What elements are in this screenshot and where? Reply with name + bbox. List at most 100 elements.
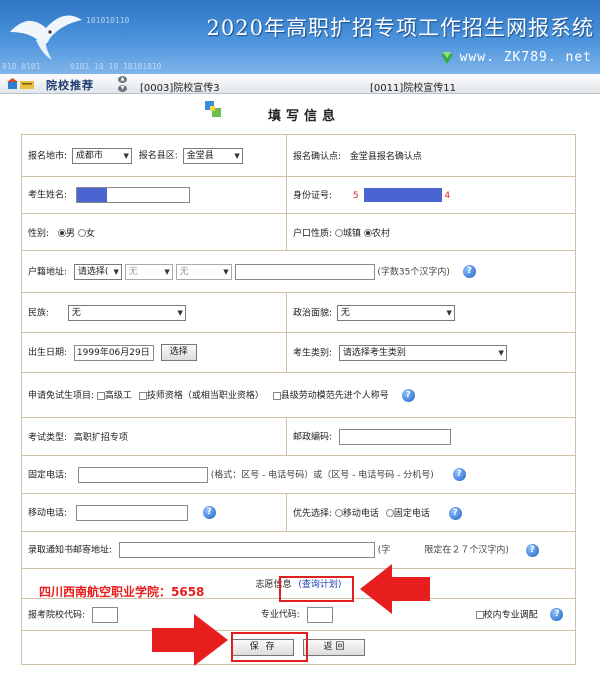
priority-fixed-radio[interactable] <box>385 509 394 517</box>
mobile-input[interactable] <box>75 504 188 521</box>
redaction-block <box>76 188 107 202</box>
gender-male-radio[interactable] <box>57 229 66 237</box>
politics-label: 政治面貌: <box>293 308 333 318</box>
back-button[interactable]: 返 回 <box>302 639 365 656</box>
phone-input[interactable] <box>77 466 208 483</box>
help-icon[interactable]: ? <box>401 389 415 402</box>
address-city-select[interactable]: 无 <box>124 263 173 280</box>
phone-label: 固定电话: <box>28 470 68 480</box>
site-url[interactable]: www. ZK789. net <box>460 50 592 65</box>
form-row: 录取通知书邮寄地址: (字 限定在２７个汉字内) ? <box>21 531 576 569</box>
hukou-rural-radio[interactable] <box>363 229 372 237</box>
report-area-label: 报名地市: <box>28 151 68 161</box>
highlight-box-save <box>231 632 308 662</box>
form-row: 性别: 男 女 户口性质: 城镇 农村 <box>21 213 576 251</box>
postcode-input[interactable] <box>338 428 451 445</box>
exempt-senior-worker-label: 高级工 <box>104 391 132 401</box>
hukou-town-label: 城镇 <box>342 228 361 239</box>
hukou-rural-label: 农村 <box>371 228 390 239</box>
form-row: 户籍地址: 请选择( 无 无 (字数35个汉字内) ? <box>21 250 576 293</box>
report-county-label: 报名县区: <box>138 151 178 161</box>
gender-female-radio[interactable] <box>77 229 86 237</box>
form-row: 固定电话: (格式：区号 - 电话号码）或（区号 - 电话号码 - 分机号) ? <box>21 455 576 494</box>
help-icon[interactable]: ? <box>550 608 564 621</box>
system-title: 2020年高职扩招专项工作招生网报系统 <box>206 16 594 40</box>
chevron-down-icon[interactable]: ▼ <box>118 85 127 92</box>
announcement-link[interactable]: [0003]院校宣传3 <box>140 79 220 94</box>
address-detail-input[interactable] <box>234 263 375 280</box>
priority-fixed-label: 固定电话 <box>393 508 430 519</box>
form-row: 报名地市: 成都市 报名县区: 金堂县 报名确认点: 金堂县报名确认点 <box>21 134 576 177</box>
category-label: 考生类别: <box>293 348 333 358</box>
site-logo-icon <box>441 52 453 64</box>
form-row: 报考院校代码: 专业代码: 校内专业调配 ? <box>21 598 576 631</box>
banner-binary-text: 101010110 <box>86 16 130 25</box>
help-icon[interactable]: ? <box>525 543 539 557</box>
form-row: 民族: 无 政治面貌: 无 <box>21 292 576 333</box>
id-suffix: 4 <box>444 190 451 201</box>
exempt-technician-checkbox[interactable] <box>138 391 147 400</box>
help-icon[interactable]: ? <box>462 265 476 278</box>
exempt-model-worker-label: 县级劳动模范先进个人称号 <box>280 391 389 401</box>
report-area-select[interactable]: 成都市 <box>71 147 132 164</box>
birth-select-button[interactable]: 选择 <box>160 344 197 361</box>
priority-label: 优先选择: <box>293 508 333 519</box>
help-icon[interactable]: ? <box>452 468 466 481</box>
form-cell: 邮政编码: <box>286 417 576 456</box>
seagull-logo-icon <box>10 15 82 60</box>
form-row: 出生日期: 1999年06月29日 选择 考生类别: 请选择考生类别 <box>21 332 576 373</box>
category-select[interactable]: 请选择考生类别 <box>338 344 507 361</box>
major-code-input[interactable] <box>306 606 333 623</box>
scroll-arrows[interactable]: ▲ ▼ <box>118 76 128 92</box>
form-cell: 身份证号: 5 4 <box>286 176 576 214</box>
form-cell: 报名地市: 成都市 报名县区: 金堂县 <box>21 134 287 177</box>
form-cell: 考试类型: 高职扩招专项 <box>21 417 287 456</box>
phone-note: (格式：区号 - 电话号码）或（区号 - 电话号码 - 分机号) <box>210 470 434 480</box>
confirm-point-label: 报名确认点: <box>293 152 342 162</box>
exempt-senior-worker-checkbox[interactable] <box>96 391 105 400</box>
address-county-select[interactable]: 无 <box>175 263 232 280</box>
school-recommend-bar: 院校推荐 ▲ ▼ [0003]院校宣传3 [0011]院校宣传11 <box>0 74 600 94</box>
help-icon[interactable]: ? <box>202 506 216 519</box>
nation-select[interactable]: 无 <box>67 304 186 321</box>
hukou-label: 户口性质: <box>293 228 333 239</box>
major-code-label: 专业代码: <box>260 610 300 620</box>
address-note: (字数35个汉字内) <box>377 267 450 277</box>
form-cell: 政治面貌: 无 <box>286 292 576 333</box>
report-county-select[interactable]: 金堂县 <box>182 147 243 164</box>
gender-female-label: 女 <box>85 228 95 239</box>
exempt-label: 申请免试生项目: <box>28 391 95 401</box>
mail-address-input[interactable] <box>118 542 375 558</box>
postcode-label: 邮政编码: <box>293 432 333 442</box>
priority-mobile-radio[interactable] <box>334 509 343 517</box>
school-code-input[interactable] <box>91 606 118 623</box>
major-adjust-checkbox[interactable] <box>475 610 484 619</box>
form-cell: 报考院校代码: 专业代码: 校内专业调配 ? <box>21 598 576 631</box>
form-cell: 性别: 男 女 <box>21 213 287 251</box>
mail-address-label: 录取通知书邮寄地址: <box>28 545 113 556</box>
help-icon[interactable]: ? <box>448 506 462 520</box>
school-recommend-icon <box>7 78 34 89</box>
birth-date-input[interactable]: 1999年06月29日 <box>73 344 154 361</box>
announcement-link[interactable]: [0011]院校宣传11 <box>370 79 456 94</box>
form-cell: 民族: 无 <box>21 292 287 333</box>
exam-type-label: 考试类型: <box>28 433 68 443</box>
name-input[interactable] <box>75 187 190 203</box>
form-cell: 考生类别: 请选择考生类别 <box>286 332 576 373</box>
nation-label: 民族: <box>28 308 50 318</box>
chevron-up-icon[interactable]: ▲ <box>118 76 127 83</box>
form-cell: 移动电话: ? <box>21 493 287 532</box>
birth-label: 出生日期: <box>28 348 68 358</box>
form-cell: 固定电话: (格式：区号 - 电话号码）或（区号 - 电话号码 - 分机号) ? <box>21 455 576 494</box>
address-province-select[interactable]: 请选择( <box>73 263 122 280</box>
hukou-town-radio[interactable] <box>334 229 343 237</box>
mobile-label: 移动电话: <box>28 508 68 518</box>
form-cell: 户籍地址: 请选择( 无 无 (字数35个汉字内) ? <box>21 250 576 293</box>
exempt-model-worker-checkbox[interactable] <box>272 391 281 400</box>
mail-address-note-prefix: (字 <box>377 545 391 556</box>
right-arrow-icon <box>152 614 228 666</box>
name-label: 考生姓名: <box>28 190 68 201</box>
gender-male-label: 男 <box>65 228 75 239</box>
politics-select[interactable]: 无 <box>336 304 455 321</box>
school-code-annotation: 四川西南航空职业学院：5658 <box>39 585 205 599</box>
